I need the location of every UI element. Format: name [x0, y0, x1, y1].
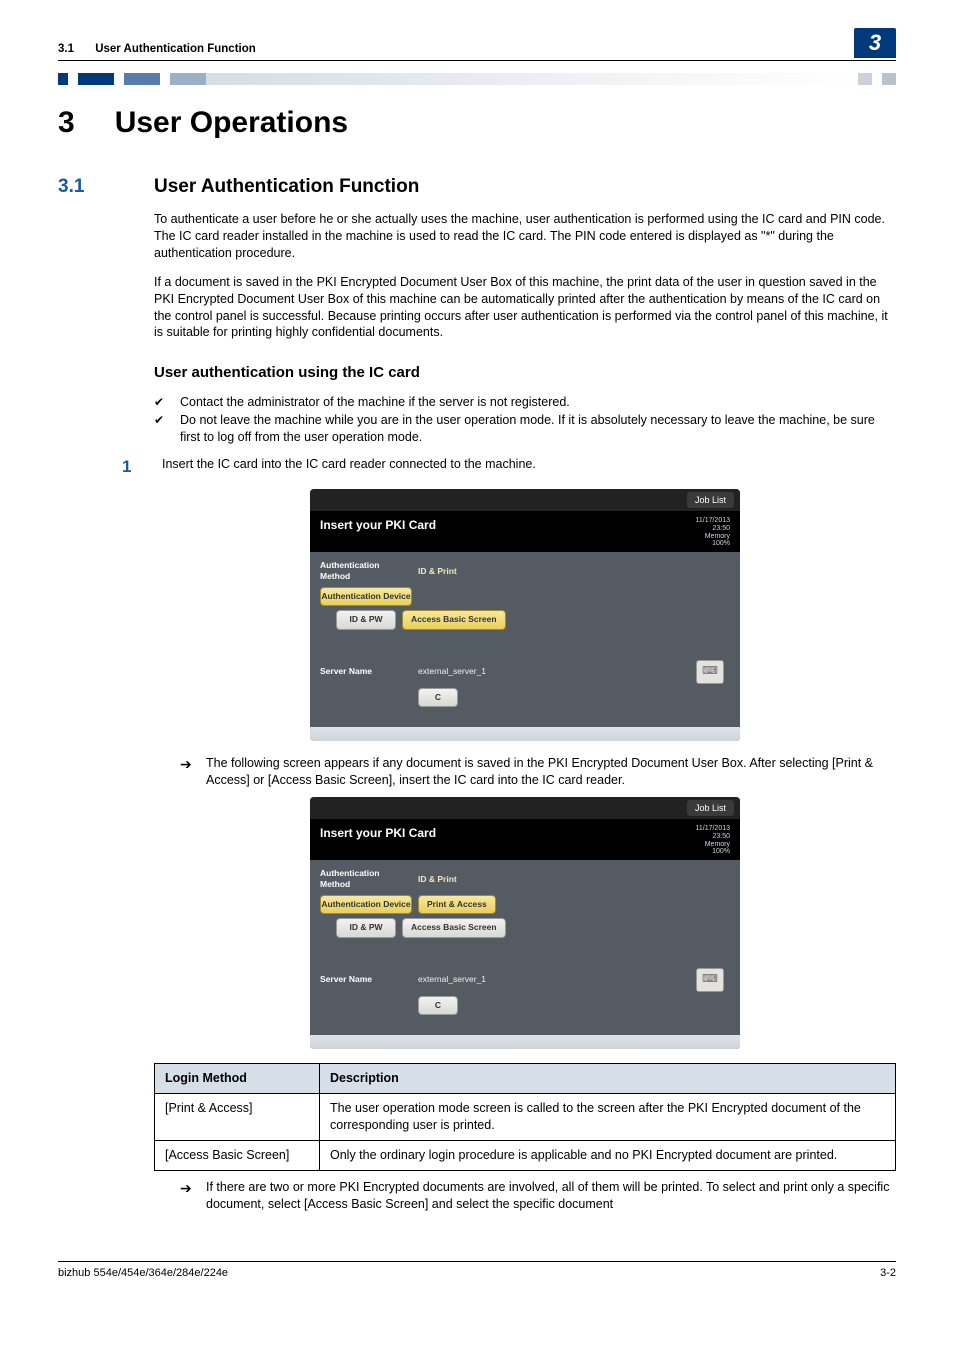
print-access-button[interactable]: Print & Access: [418, 895, 496, 914]
step-text: Insert the IC card into the IC card read…: [162, 456, 536, 479]
footer-page: 3-2: [880, 1266, 896, 1281]
page-footer: bizhub 554e/454e/364e/284e/224e 3-2: [58, 1261, 896, 1281]
auth-method-label: Authentication Method: [320, 868, 412, 891]
decorative-stripe: [58, 73, 896, 85]
arrow-text-1: The following screen appears if any docu…: [206, 755, 896, 789]
header-section-title: User Authentication Function: [95, 43, 256, 55]
checkmark-icon: ✔: [154, 394, 166, 411]
result-note-1: ➔ The following screen appears if any do…: [180, 755, 896, 789]
access-basic-button[interactable]: Access Basic Screen: [402, 610, 506, 629]
check-text-2: Do not leave the machine while you are i…: [180, 412, 896, 446]
arrow-icon: ➔: [180, 1179, 196, 1213]
job-list-tab[interactable]: Job List: [687, 492, 734, 508]
paragraph-2: If a document is saved in the PKI Encryp…: [154, 274, 896, 342]
device-screenshot-1: Job List Insert your PKI Card 11/17/2013…: [310, 489, 740, 741]
step-number: 1: [122, 456, 138, 479]
table-row: [Print & Access] The user operation mode…: [155, 1094, 896, 1141]
heading-2: 3.1 User Authentication Function: [58, 174, 896, 200]
auth-device-button[interactable]: Authentication Device: [320, 587, 412, 606]
chapter-tab: 3: [854, 28, 896, 58]
col-header-method: Login Method: [155, 1064, 320, 1094]
h2-text: User Authentication Function: [154, 174, 419, 200]
screen-meta: 11/17/2013 23:50 Memory 100%: [695, 825, 730, 856]
login-method-table: Login Method Description [Print & Access…: [154, 1063, 896, 1171]
clear-button[interactable]: C: [418, 688, 458, 707]
checkmark-icon: ✔: [154, 412, 166, 446]
footer-model: bizhub 554e/454e/364e/284e/224e: [58, 1266, 228, 1281]
cell-method: [Access Basic Screen]: [155, 1140, 320, 1170]
cell-desc: The user operation mode screen is called…: [320, 1094, 896, 1141]
arrow-icon: ➔: [180, 755, 196, 789]
cell-desc: Only the ordinary login procedure is app…: [320, 1140, 896, 1170]
arrow-text-2: If there are two or more PKI Encrypted d…: [206, 1179, 896, 1213]
device-screenshot-2: Job List Insert your PKI Card 11/17/2013…: [310, 797, 740, 1049]
step-1: 1 Insert the IC card into the IC card re…: [122, 456, 896, 479]
auth-method-value: ID & Print: [418, 566, 457, 577]
heading-1: 3 User Operations: [58, 103, 896, 144]
id-pw-button[interactable]: ID & PW: [336, 918, 396, 937]
h1-text: User Operations: [115, 103, 348, 144]
access-basic-button[interactable]: Access Basic Screen: [402, 918, 506, 937]
cell-method: [Print & Access]: [155, 1094, 320, 1141]
prerequisite-list: ✔ Contact the administrator of the machi…: [154, 394, 896, 447]
heading-3: User authentication using the IC card: [154, 363, 896, 383]
keyboard-icon[interactable]: ⌨: [696, 660, 724, 684]
id-pw-button[interactable]: ID & PW: [336, 610, 396, 629]
screen-meta: 11/17/2013 23:50 Memory 100%: [695, 517, 730, 548]
server-name-label: Server Name: [320, 666, 412, 677]
server-name-value: external_server_1: [418, 974, 486, 985]
header-section-number: 3.1: [58, 43, 74, 55]
auth-method-label: Authentication Method: [320, 560, 412, 583]
result-note-2: ➔ If there are two or more PKI Encrypted…: [180, 1179, 896, 1213]
h2-number: 3.1: [58, 174, 114, 200]
screen-title: Insert your PKI Card: [320, 517, 436, 548]
table-row: [Access Basic Screen] Only the ordinary …: [155, 1140, 896, 1170]
running-header: 3.1 User Authentication Function: [58, 42, 256, 58]
clear-button[interactable]: C: [418, 996, 458, 1015]
check-text-1: Contact the administrator of the machine…: [180, 394, 570, 411]
auth-device-button[interactable]: Authentication Device: [320, 895, 412, 914]
screen-title: Insert your PKI Card: [320, 825, 436, 856]
job-list-tab[interactable]: Job List: [687, 800, 734, 816]
keyboard-icon[interactable]: ⌨: [696, 968, 724, 992]
paragraph-1: To authenticate a user before he or she …: [154, 211, 896, 262]
col-header-desc: Description: [320, 1064, 896, 1094]
server-name-label: Server Name: [320, 974, 412, 985]
h1-number: 3: [58, 103, 75, 144]
auth-method-value: ID & Print: [418, 874, 457, 885]
server-name-value: external_server_1: [418, 666, 486, 677]
